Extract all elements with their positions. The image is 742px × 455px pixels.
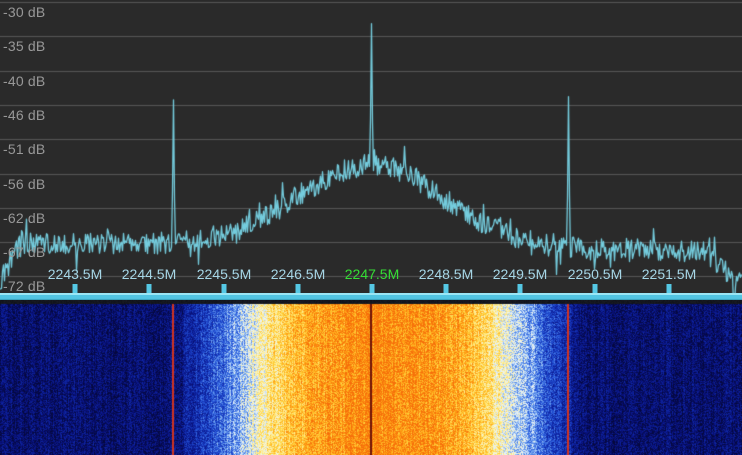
waterfall-canvas[interactable] bbox=[0, 300, 742, 455]
sdr-spectrum-app: -30 dB-35 dB-40 dB-46 dB-51 dB-56 dB-62 … bbox=[0, 0, 742, 455]
spectrum-canvas[interactable] bbox=[0, 0, 742, 293]
frequency-scale-bar[interactable] bbox=[0, 293, 742, 300]
